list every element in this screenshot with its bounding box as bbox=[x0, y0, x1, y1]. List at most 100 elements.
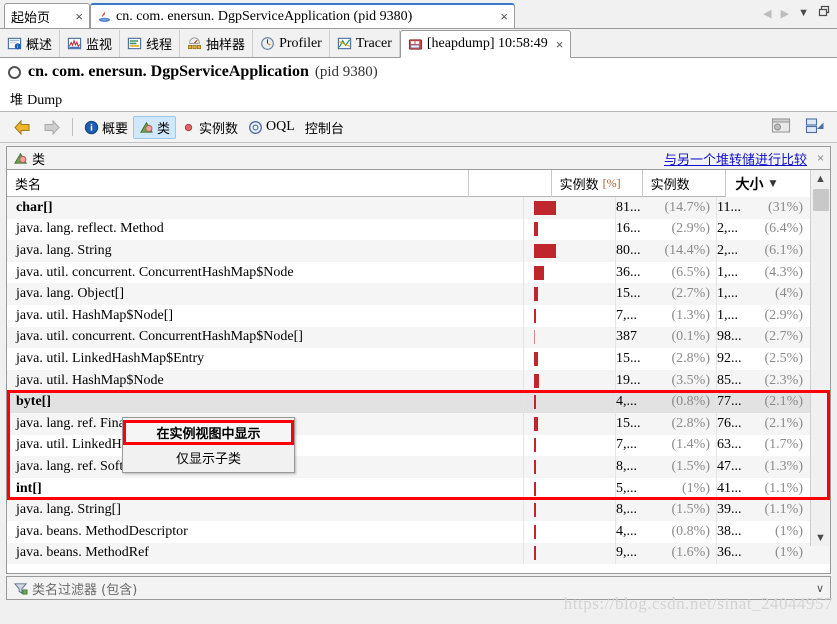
threads-icon bbox=[127, 36, 142, 51]
instances-value: 15... bbox=[616, 351, 641, 367]
context-menu-item-show-subclasses-only[interactable]: 仅显示子类 bbox=[123, 445, 294, 470]
tab-sampler[interactable]: 抽样器 bbox=[180, 30, 253, 57]
back-arrow-icon[interactable]: ◀ bbox=[763, 7, 771, 20]
forward-arrow-icon[interactable]: ▶ bbox=[781, 7, 789, 20]
table-row[interactable]: java. util. concurrent. ConcurrentHashMa… bbox=[7, 262, 830, 284]
table-row[interactable]: java. beans. MethodDescriptor4,...(0.8%)… bbox=[7, 521, 830, 543]
instances-percent: (1.5%) bbox=[672, 459, 711, 475]
tab-threads[interactable]: 线程 bbox=[120, 30, 180, 57]
context-menu-item-show-in-instances-view[interactable]: 在实例视图中显示 bbox=[123, 420, 294, 445]
table-row[interactable]: java. util. HashMap$Node[]7,...(1.3%)1,.… bbox=[7, 305, 830, 327]
cell-instances-pct: 5,...(1%) bbox=[616, 478, 717, 500]
instances-value: 15... bbox=[616, 286, 641, 302]
instances-value: 5,... bbox=[616, 481, 637, 497]
heap-tab-label: 实例数 bbox=[199, 118, 238, 137]
size-value: 41... bbox=[717, 481, 742, 497]
heap-toolbar-right bbox=[771, 117, 837, 138]
heap-tab-classes[interactable]: 类 bbox=[133, 116, 176, 139]
size-value: 1,... bbox=[717, 308, 738, 324]
instances-bar bbox=[534, 374, 539, 388]
sub-tab-heap-dump[interactable]: 堆 Dump bbox=[10, 89, 62, 109]
cell-instances-pct: 80...(14.4%) bbox=[616, 240, 717, 262]
table-row[interactable]: java. beans. MethodRef9,...(1.6%)36...(1… bbox=[7, 543, 830, 565]
window-tab-start-page[interactable]: 起始页 × bbox=[4, 3, 90, 28]
monitor-icon bbox=[67, 36, 82, 51]
vertical-scrollbar[interactable]: ▲ ▼ bbox=[810, 170, 830, 546]
instances-percent: (0.8%) bbox=[672, 394, 711, 410]
table-row[interactable]: java. lang. String80...(14.4%)2,...(6.1%… bbox=[7, 240, 830, 262]
table-row[interactable]: java. util. concurrent. ConcurrentHashMa… bbox=[7, 327, 830, 349]
overview-icon: i bbox=[7, 36, 22, 51]
scroll-up-button[interactable]: ▲ bbox=[811, 170, 830, 187]
scrollbar-thumb[interactable] bbox=[813, 189, 829, 211]
compare-heap-dump-link[interactable]: 与另一个堆转储进行比较 bbox=[664, 149, 807, 168]
export-icon[interactable] bbox=[805, 117, 825, 138]
classes-panel-header: 类 与另一个堆转储进行比较 × bbox=[7, 147, 830, 170]
size-percent: (6.4%) bbox=[765, 221, 804, 237]
size-value: 85... bbox=[717, 373, 742, 389]
table-row[interactable]: java. lang. Object[]15...(2.7%)1,...(4%) bbox=[7, 283, 830, 305]
cell-size: 92...(2.5%) bbox=[717, 348, 809, 370]
column-header-class-name[interactable]: 类名 bbox=[7, 170, 469, 197]
window-tab-application[interactable]: cn. com. enersun. DgpServiceApplication … bbox=[90, 3, 515, 28]
table-row[interactable]: java. lang. String[]8,...(1.5%)39...(1.1… bbox=[7, 499, 830, 521]
table-row[interactable]: byte[]4,...(0.8%)77...(2.1%) bbox=[7, 391, 830, 413]
size-percent: (1.1%) bbox=[765, 481, 804, 497]
close-icon[interactable]: × bbox=[492, 9, 508, 24]
scroll-down-button[interactable]: ▼ bbox=[811, 529, 830, 546]
tab-monitor[interactable]: 监视 bbox=[60, 30, 120, 57]
table-row[interactable]: int[]5,...(1%)41...(1.1%) bbox=[7, 478, 830, 500]
restore-window-icon[interactable] bbox=[818, 5, 831, 21]
nav-forward-button[interactable] bbox=[37, 116, 66, 139]
tab-label: Profiler bbox=[279, 36, 322, 52]
cell-class-name: java. lang. String[] bbox=[7, 499, 524, 521]
column-header-instances-pct[interactable]: 实例数 [%] bbox=[552, 170, 643, 197]
column-header-instances[interactable]: 实例数 bbox=[643, 170, 726, 197]
classes-panel-title: 类 bbox=[32, 149, 45, 168]
tab-overview[interactable]: i 概述 bbox=[0, 30, 60, 57]
classes-table: 类名 实例数 [%] 实例数 大小 ▼ bbox=[7, 170, 830, 573]
size-value: 11... bbox=[717, 200, 741, 216]
instances-bar bbox=[534, 546, 536, 560]
screenshot-icon[interactable] bbox=[771, 117, 791, 138]
table-row[interactable]: char[]81...(14.7%)11...(31%) bbox=[7, 197, 830, 219]
chevron-down-icon[interactable]: ∨ bbox=[816, 582, 824, 595]
tab-profiler[interactable]: Profiler bbox=[253, 30, 330, 57]
heap-tab-oql[interactable]: OQL bbox=[243, 116, 300, 139]
heapdump-icon bbox=[408, 37, 423, 52]
chevron-down-icon[interactable]: ▼ bbox=[798, 7, 809, 19]
tracer-icon bbox=[337, 36, 352, 51]
tab-tracer[interactable]: Tracer bbox=[330, 30, 400, 57]
application-status-icon bbox=[8, 66, 21, 79]
close-icon[interactable]: × bbox=[556, 37, 564, 52]
watermark: https://blog.csdn.net/sinat_24044957 bbox=[564, 594, 833, 614]
table-header-row: 类名 实例数 [%] 实例数 大小 ▼ bbox=[7, 170, 830, 197]
instances-percent: (14.7%) bbox=[665, 200, 711, 216]
table-row[interactable]: java. lang. reflect. Method16...(2.9%)2,… bbox=[7, 219, 830, 241]
nav-back-button[interactable] bbox=[8, 116, 37, 139]
size-value: 76... bbox=[717, 416, 742, 432]
heap-tab-summary[interactable]: 概要 bbox=[79, 116, 133, 139]
heap-tab-instances[interactable]: 实例数 bbox=[176, 116, 243, 139]
instances-percent: (2.9%) bbox=[672, 221, 711, 237]
tab-heapdump[interactable]: [heapdump] 10:58:49 × bbox=[400, 30, 572, 58]
cell-instances-pct: 387(0.1%) bbox=[616, 327, 717, 349]
sub-tab-label-cn: 堆 bbox=[10, 93, 23, 108]
instances-value: 81... bbox=[616, 200, 641, 216]
column-header-instances-bar[interactable] bbox=[469, 170, 552, 197]
table-row[interactable]: java. util. LinkedHashMap$Entry15...(2.8… bbox=[7, 348, 830, 370]
instances-bar bbox=[534, 244, 556, 258]
instances-icon bbox=[181, 120, 196, 135]
heap-tab-console[interactable]: 控制台 bbox=[300, 116, 349, 139]
close-icon[interactable]: × bbox=[67, 9, 83, 24]
cell-size: 63...(1.7%) bbox=[717, 435, 809, 457]
page-title: cn. com. enersun. DgpServiceApplication bbox=[28, 63, 309, 81]
column-header-size[interactable]: 大小 ▼ bbox=[726, 170, 812, 197]
cell-class-name: java. util. HashMap$Node[] bbox=[7, 305, 524, 327]
cell-instances-bar bbox=[524, 478, 616, 500]
table-row[interactable]: java. util. HashMap$Node19...(3.5%)85...… bbox=[7, 370, 830, 392]
instances-value: 9,... bbox=[616, 545, 637, 561]
cell-class-name: char[] bbox=[7, 197, 524, 219]
close-icon[interactable]: × bbox=[817, 151, 824, 165]
window-tab-strip: 起始页 × cn. com. enersun. DgpServiceApplic… bbox=[0, 0, 837, 29]
